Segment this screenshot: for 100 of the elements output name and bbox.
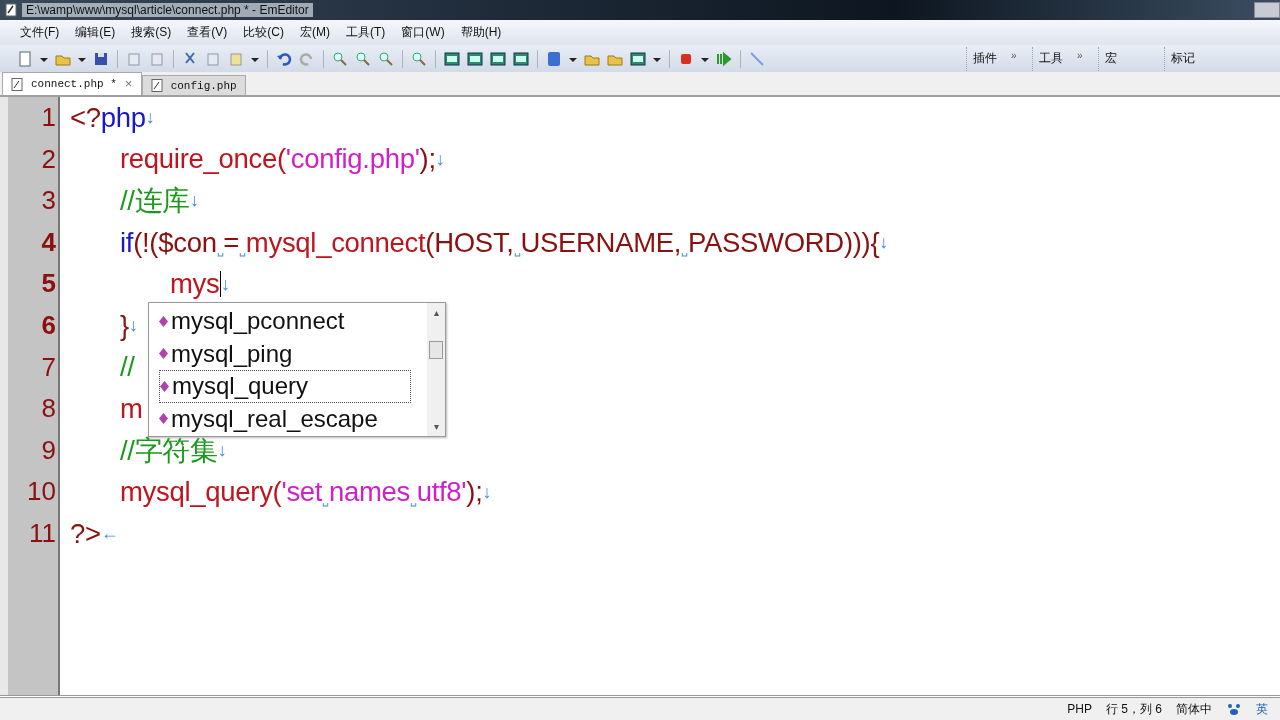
code-text: ); (466, 476, 483, 509)
panel-icon[interactable] (443, 50, 461, 67)
newline-mark: ↓ (435, 148, 445, 170)
menu-item[interactable]: 宏(M) (292, 22, 338, 43)
end-of-file-mark: ← (100, 523, 119, 545)
space-mark: ␣ (409, 493, 417, 507)
code-string: utf8' (416, 476, 467, 509)
newline-mark: ↓ (217, 440, 227, 462)
newline-mark: ↓ (482, 481, 492, 503)
input-method[interactable]: 简体中 (1176, 700, 1212, 718)
line-number: 6 (40, 308, 57, 342)
line-number: 11 (28, 516, 57, 550)
line-number: 4 (40, 225, 57, 259)
completion-item[interactable]: mysql_real_escape (159, 402, 411, 435)
more-button[interactable]: » (1011, 49, 1017, 61)
line-number: 2 (40, 142, 57, 176)
code-string: names (328, 476, 410, 509)
newline-mark: ↓ (145, 107, 155, 129)
line-number: 5 (40, 267, 57, 301)
completion-item[interactable]: mysql_query (159, 370, 411, 403)
toolbar-label[interactable]: 标记 (1171, 50, 1195, 67)
scrollbar[interactable]: ▴ ▾ (427, 303, 445, 436)
play-icon[interactable] (715, 50, 733, 67)
code-text: mysql_connect (245, 226, 426, 259)
toolbar-label[interactable]: 工具 (1039, 50, 1063, 67)
menu-item[interactable]: 工具(T) (338, 22, 394, 43)
diamond-icon (159, 348, 168, 360)
code-string: 'config.php' (285, 143, 420, 176)
completion-label: mysql_ping (171, 339, 293, 368)
line-number: 1 (40, 101, 57, 134)
menu-item[interactable]: 文件(F) (12, 22, 68, 43)
file-mode: PHP (1067, 702, 1092, 716)
toolbar-label[interactable]: 宏 (1105, 50, 1117, 67)
code-text: mysql_query( (119, 476, 282, 509)
code-text: PASSWORD))){ (687, 226, 880, 259)
toolbar-label[interactable]: 插件 (973, 50, 997, 67)
minimize-button[interactable] (1254, 2, 1280, 18)
code-text: = (223, 226, 240, 259)
code-text: m (119, 392, 143, 425)
line-number: 3 (40, 184, 57, 218)
code-text: (HOST, (425, 226, 514, 259)
line-number: 10 (26, 475, 57, 509)
newline-mark: ↓ (221, 273, 230, 295)
space-mark: ␣ (239, 244, 246, 257)
window-title: E:\wamp\www\mysql\article\connect.php * - EmEditor (22, 3, 313, 17)
code-keyword: if (119, 226, 134, 259)
space-mark: ␣ (681, 244, 688, 257)
scroll-up-button[interactable]: ▴ (433, 307, 439, 318)
space-mark: ␣ (322, 493, 329, 507)
diamond-icon (159, 413, 168, 425)
space-mark: ␣ (513, 244, 521, 257)
code-keyword: php (100, 101, 146, 134)
line-number: 8 (40, 392, 57, 426)
menu-item[interactable]: 搜索(S) (123, 22, 180, 43)
code-text: (!($con (133, 226, 217, 259)
code-text: ?> (70, 517, 101, 550)
code-string: 'set (281, 476, 323, 509)
tab-label: config.php (170, 79, 237, 92)
code-text: ); (419, 143, 436, 176)
completion-label: mysql_real_escape (171, 404, 378, 433)
search-icon[interactable] (331, 50, 349, 67)
save-icon[interactable] (92, 50, 110, 67)
scroll-down-button[interactable]: ▾ (433, 421, 439, 432)
completion-label: mysql_pconnect (171, 307, 345, 336)
code-text: USERNAME, (520, 226, 682, 259)
newline-mark: ↓ (879, 232, 889, 253)
space-mark: ␣ (216, 244, 224, 257)
newline-mark: ↓ (128, 315, 138, 336)
code-text: <? (70, 101, 101, 134)
window-icon[interactable] (512, 50, 530, 67)
app-icon (4, 3, 18, 17)
close-button[interactable]: × (124, 76, 133, 92)
cursor-position: 行 5，列 6 (1106, 700, 1162, 718)
code-text: } (119, 309, 129, 342)
menu-item[interactable]: 编辑(E) (67, 22, 124, 43)
language-indicator[interactable]: 英 (1256, 700, 1268, 718)
completion-item[interactable]: mysql_pconnect (159, 305, 411, 338)
code-text: mys (169, 268, 220, 301)
menu-item[interactable]: 比较(C) (235, 22, 292, 43)
new-file-icon[interactable] (16, 50, 34, 67)
menu-item[interactable]: 帮助(H) (452, 22, 510, 43)
diamond-icon (159, 315, 168, 327)
tab-label: connect.php * (31, 78, 117, 90)
paw-icon[interactable] (1226, 702, 1242, 716)
completion-label: mysql_query (172, 372, 309, 401)
line-number: 9 (40, 433, 57, 467)
scrollbar-thumb[interactable] (429, 340, 443, 359)
newline-mark: ↓ (190, 190, 199, 212)
code-comment: //字符集 (119, 433, 218, 468)
more-button[interactable]: » (1077, 49, 1083, 61)
code-text: require_once( (119, 143, 286, 176)
completion-item[interactable]: mysql_ping (159, 337, 411, 370)
undo-icon[interactable] (275, 50, 293, 67)
diamond-icon (160, 380, 169, 392)
menu-item[interactable]: 查看(V) (179, 22, 236, 43)
file-tab[interactable]: connect.php * × (2, 72, 142, 95)
file-tab[interactable]: config.php (141, 75, 246, 95)
menu-item[interactable]: 窗口(W) (393, 22, 453, 43)
document-icon (150, 79, 163, 92)
line-number: 7 (40, 350, 57, 384)
